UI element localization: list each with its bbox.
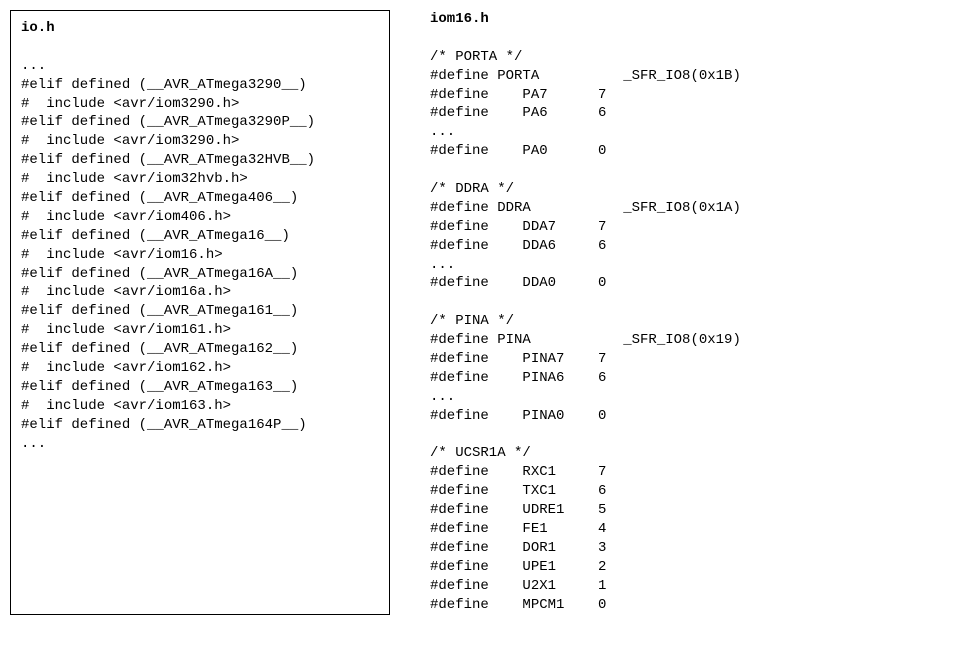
left-panel: io.h ... #elif defined (__AVR_ATmega3290… — [10, 10, 390, 615]
left-code: ... #elif defined (__AVR_ATmega3290__) #… — [21, 38, 379, 454]
left-title: io.h — [21, 19, 379, 38]
right-title: iom16.h — [430, 10, 880, 29]
right-panel: iom16.h /* PORTA */ #define PORTA _SFR_I… — [430, 10, 880, 615]
right-code: /* PORTA */ #define PORTA _SFR_IO8(0x1B)… — [430, 29, 880, 615]
